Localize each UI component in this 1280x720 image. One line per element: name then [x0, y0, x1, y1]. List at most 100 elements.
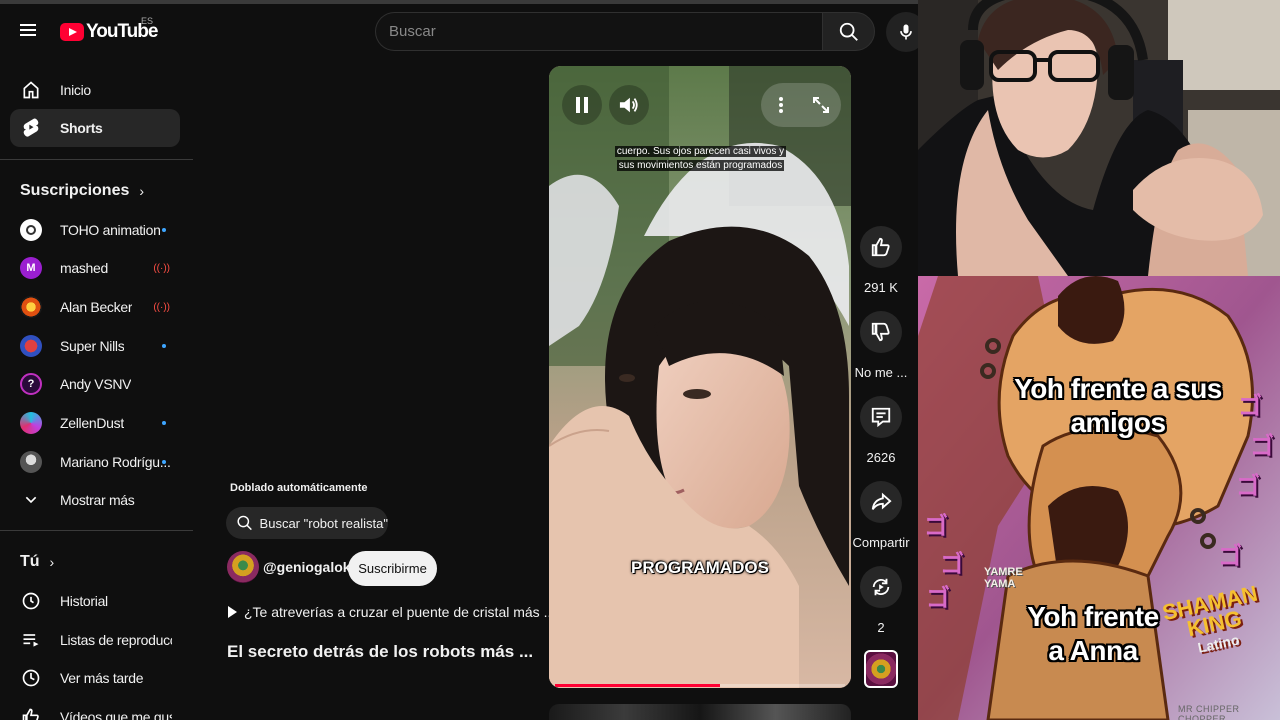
- subscription-mariano-rodriguez[interactable]: Mariano Rodrígu...: [10, 443, 180, 481]
- more-options-button[interactable]: [761, 85, 801, 125]
- search-icon: [237, 515, 252, 531]
- sidebar-item-label: Ver más tarde: [60, 670, 144, 686]
- voice-search-button[interactable]: [886, 12, 918, 52]
- channel-avatar[interactable]: [227, 551, 259, 583]
- remix-icon: [872, 578, 890, 596]
- like-count: 291 K: [864, 280, 898, 295]
- shorts-icon: [20, 117, 42, 139]
- subscription-label: Mariano Rodrígu...: [60, 454, 171, 470]
- channel-avatar: [20, 296, 42, 318]
- subscription-label: Super Nills: [60, 338, 125, 354]
- volume-button[interactable]: [609, 85, 649, 125]
- channel-avatar: [20, 451, 42, 473]
- sidebar-item-playlists[interactable]: Listas de reproducc...: [10, 621, 180, 659]
- sidebar-item-watch-later[interactable]: Ver más tarde: [10, 659, 180, 697]
- streamer-webcam-image: [918, 0, 1280, 276]
- meme-overlay: ゴ ゴ ゴ ゴ ゴ ゴ ゴ YAMRE YAMA Yoh frente a su…: [918, 276, 1280, 720]
- webcam-overlay: [918, 0, 1280, 276]
- jojo-sound-effect: ゴ: [924, 513, 948, 540]
- subscription-alan-becker[interactable]: Alan Becker ((·)): [10, 288, 180, 326]
- youtube-logo[interactable]: YouTube ES: [60, 16, 158, 43]
- subscription-super-nills[interactable]: Super Nills: [10, 327, 180, 365]
- progress-fill: [555, 684, 721, 687]
- remix-count: 2: [877, 620, 885, 635]
- country-code: ES: [141, 16, 154, 26]
- sidebar-item-historial[interactable]: Historial: [10, 582, 180, 620]
- like-button[interactable]: [860, 226, 902, 268]
- more-vertical-icon: [779, 97, 783, 113]
- subscriptions-title: Suscripciones: [20, 182, 130, 199]
- subscription-label: TOHO animation: [60, 222, 161, 238]
- channel-avatar: M: [20, 257, 42, 279]
- search-box: [375, 12, 823, 51]
- channel-name[interactable]: @geniogalok: [263, 559, 351, 575]
- volume-icon: [619, 97, 638, 113]
- dislike-button[interactable]: [860, 311, 902, 353]
- show-more-button[interactable]: Mostrar más: [10, 481, 180, 519]
- sound-source-thumbnail[interactable]: [864, 650, 898, 688]
- subscription-zellendust[interactable]: ZellenDust: [10, 404, 180, 442]
- new-content-dot: [162, 460, 166, 464]
- channel-avatar: [20, 219, 42, 241]
- sidebar-item-label: Inicio: [60, 82, 91, 98]
- subscription-toho-animation[interactable]: TOHO animation: [10, 211, 180, 249]
- dislike-action: No me ...: [850, 311, 912, 380]
- youtube-play-icon: [60, 23, 84, 41]
- meme-top-line-1: Yoh frente a sus: [1014, 373, 1222, 404]
- sidebar-item-shorts[interactable]: Shorts: [10, 109, 180, 147]
- new-content-dot: [162, 228, 166, 232]
- live-icon: ((·)): [153, 301, 170, 313]
- subscription-label: Alan Becker: [60, 299, 133, 315]
- next-short-thumbnail[interactable]: [549, 704, 851, 720]
- expand-icon: [813, 97, 829, 113]
- subscription-andy-vsnv[interactable]: ? Andy VSNV: [10, 365, 180, 403]
- play-icon: [228, 606, 237, 618]
- sidebar-item-liked-videos[interactable]: Vídeos que me gus...: [10, 698, 180, 720]
- short-title[interactable]: El secreto detrás de los robots más ...: [227, 642, 533, 662]
- pause-icon: [576, 97, 588, 113]
- hamburger-menu-icon[interactable]: [16, 18, 44, 46]
- video-subtitles: cuerpo. Sus ojos parecen casi vivos y su…: [613, 145, 788, 173]
- home-icon: [20, 79, 42, 101]
- sidebar-item-inicio[interactable]: Inicio: [10, 71, 180, 109]
- auto-dubbed-label: Doblado automáticamente: [230, 482, 368, 494]
- subscribe-button[interactable]: Suscribirme: [348, 551, 437, 586]
- channel-avatar: [20, 335, 42, 357]
- remix-button[interactable]: [860, 566, 902, 608]
- share-button[interactable]: [860, 481, 902, 523]
- show-more-label: Mostrar más: [60, 492, 135, 508]
- search-button[interactable]: [822, 12, 875, 51]
- comments-button[interactable]: [860, 396, 902, 438]
- subscription-label: mashed: [60, 260, 109, 276]
- subtitle-line-1: cuerpo. Sus ojos parecen casi vivos y: [614, 146, 787, 157]
- fullscreen-button[interactable]: [801, 85, 841, 125]
- search-input[interactable]: [376, 13, 823, 50]
- subscription-label: Andy VSNV: [60, 376, 132, 392]
- sidebar-item-label: Listas de reproducc...: [60, 632, 172, 648]
- new-content-dot: [162, 344, 166, 348]
- related-video-title: ¿Te atreverías a cruzar el puente de cri…: [244, 604, 556, 620]
- search-chip-label: Buscar "robot realista": [259, 515, 388, 531]
- channel-avatar: [20, 412, 42, 434]
- comment-icon: [871, 407, 891, 428]
- subtitle-line-2: sus movimientos están programados: [616, 160, 785, 171]
- related-video-link[interactable]: ¿Te atreverías a cruzar el puente de cri…: [228, 604, 555, 620]
- chevron-down-icon: [20, 489, 42, 511]
- meme-bottom-line-2: a Anna: [1048, 635, 1138, 666]
- subscriptions-header[interactable]: Suscripciones ›: [20, 182, 144, 200]
- you-header[interactable]: Tú ›: [20, 553, 54, 571]
- subscription-mashed[interactable]: M mashed ((·)): [10, 249, 180, 287]
- history-icon: [20, 590, 42, 612]
- comment-count: 2626: [866, 450, 896, 465]
- youtube-window: YouTube ES Inicio Shorts Suscripciones ›…: [0, 0, 918, 720]
- new-content-dot: [162, 421, 166, 425]
- search-suggestion-chip[interactable]: Buscar "robot realista": [226, 507, 388, 539]
- shorts-player[interactable]: cuerpo. Sus ojos parecen casi vivos y su…: [549, 66, 851, 688]
- artist-credit: MR CHIPPER CHOPPER: [1178, 704, 1240, 720]
- sidebar-divider: [0, 530, 193, 531]
- pause-button[interactable]: [562, 85, 602, 125]
- video-progress-bar[interactable]: [555, 684, 845, 687]
- search-icon: [839, 22, 858, 41]
- sidebar-divider: [0, 159, 193, 160]
- share-action: Compartir: [850, 481, 912, 550]
